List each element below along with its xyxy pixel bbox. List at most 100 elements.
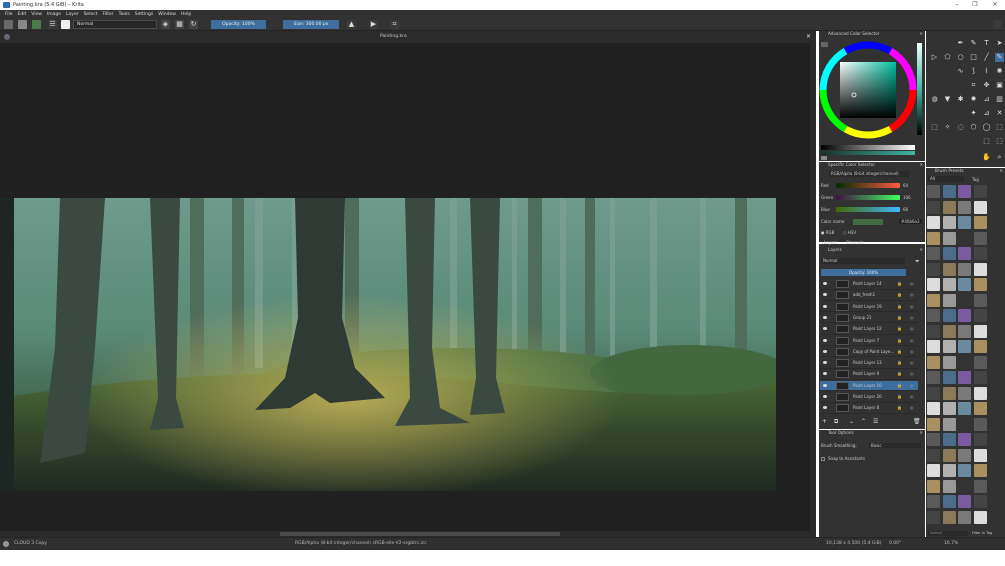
brush-search-input[interactable]: Search [928,531,968,536]
brush-preset-thumb[interactable] [942,200,956,214]
menu-select[interactable]: Select [84,12,98,17]
eyedropper-tool-icon[interactable]: ⊿ [982,95,991,104]
move-down-icon[interactable]: ⌄ [849,418,854,425]
rectangle-tool-icon[interactable]: □ [969,53,978,62]
hsv-radio[interactable]: ○ HSV [843,230,856,235]
brush-preset-thumb[interactable] [927,309,940,322]
layer-row[interactable]: Paint Layer 19 🔒 ◎ [820,302,918,313]
tab-layers[interactable]: Layers [824,240,837,245]
brush-preset-thumb[interactable] [958,448,971,462]
alpha-lock-icon[interactable]: ◎ [910,302,914,312]
alpha-lock-icon[interactable]: ◎ [910,279,914,289]
magic-wand-tool-icon[interactable]: ✧ [943,123,952,132]
rgb-radio[interactable]: ● RGB [821,230,834,235]
visibility-eye-icon[interactable] [823,361,827,365]
brush-preset-thumb[interactable] [973,231,987,245]
rotation-value[interactable]: 0.00° [889,541,901,546]
opacity-slider[interactable]: Opacity: 100% [211,20,266,29]
brush-preset-thumb[interactable] [973,262,987,276]
lock-icon[interactable]: 🔒 [897,358,902,368]
brush-preset-thumb[interactable] [973,433,987,446]
brush-preset-thumb[interactable] [927,495,940,508]
fill-contiguous-tool-icon[interactable]: ▥ [995,95,1004,104]
brush-preset-thumb[interactable] [942,324,956,338]
brush-preset-thumb[interactable] [927,448,940,462]
brush-preset-thumb[interactable] [973,355,987,369]
layer-row[interactable]: Paint Layer 14 🔒 ◎ [820,279,918,290]
brush-preset-thumb[interactable] [942,278,956,291]
green-value[interactable]: 106 [903,195,911,200]
lock-icon[interactable]: 🔒 [897,392,902,402]
visibility-eye-icon[interactable] [823,327,827,331]
close-document-icon[interactable]: ✕ [806,33,811,40]
transform-tool-icon[interactable]: ▣ [995,81,1004,90]
brush-preset-thumb[interactable] [942,402,956,415]
canvas-area[interactable] [0,43,816,537]
brush-preset-thumb[interactable] [927,417,940,431]
close-docker-icon[interactable]: ✕ [919,31,923,37]
visibility-eye-icon[interactable] [823,338,827,342]
brush-preset-thumb[interactable] [958,386,971,400]
ellipse-tool-icon[interactable]: ○ [956,53,965,62]
line-tool-icon[interactable]: ╱ [982,53,991,62]
layer-row[interactable]: Paint Layer 13 🔒 ◎ [820,358,918,369]
brush-preset-thumb[interactable] [942,340,956,353]
workspace-icon[interactable] [993,20,1002,29]
menu-window[interactable]: Window [158,12,176,17]
brush-preset-thumb[interactable] [927,247,940,260]
close-docker-icon[interactable]: ✕ [919,247,923,253]
size-slider[interactable]: Size: 300.00 px [283,20,339,29]
close-docker-icon[interactable]: ✕ [919,430,923,436]
lock-icon[interactable]: 🔒 [897,302,902,312]
select-shape-tool-icon[interactable]: ➤ [995,39,1004,48]
alpha-lock-icon[interactable]: ◎ [910,369,914,379]
brush-preset-thumb[interactable] [958,495,971,508]
layer-row[interactable]: Paint Layer 9 🔒 ◎ [820,369,918,380]
wrap-around-icon[interactable]: ⌗ [390,20,399,29]
brush-preset-thumb[interactable] [942,417,956,431]
brush-preset-thumb[interactable] [942,510,956,524]
brush-preset-thumb[interactable] [958,433,971,446]
brush-preset-thumb[interactable] [973,340,987,353]
visibility-eye-icon[interactable] [823,406,827,410]
visibility-eye-icon[interactable] [823,315,827,319]
brush-preset-thumb[interactable] [927,464,940,477]
close-docker-icon[interactable]: ✕ [919,162,923,168]
brush-preset-thumb[interactable] [927,371,940,384]
brush-preset-thumb[interactable] [927,402,940,415]
reload-preset-icon[interactable]: ↻ [189,20,198,29]
filter-icon[interactable]: ⏷ [915,258,920,266]
brush-preset-thumb[interactable] [942,293,956,307]
layer-row[interactable]: add_fresh1 🔒 ◎ [820,290,918,301]
contiguous-select-tool-icon[interactable]: ⬚ [995,123,1004,132]
filter-in-tag-checkbox[interactable]: Filter in Tag [972,531,992,535]
blue-value[interactable]: 66 [903,207,908,212]
blend-mode-select[interactable]: Normal [73,20,157,29]
duplicate-layer-icon[interactable]: ⧉ [834,418,838,426]
delete-layer-icon[interactable]: 🗑 [913,418,921,425]
layer-blend-select[interactable]: Normal [821,258,905,264]
layer-row[interactable]: Paint Layer 10 🔒 ◎ [820,380,918,392]
lock-icon[interactable]: 🔒 [897,324,902,334]
calligraphy-tool-icon[interactable]: ✒ [956,39,965,48]
brush-preset-thumb[interactable] [927,216,940,229]
alpha-lock-icon[interactable]: ◎ [910,381,914,391]
fill-tool-icon[interactable]: ▼ [943,95,952,104]
brush-preset-thumb[interactable] [973,479,987,493]
menu-edit[interactable]: Edit [18,12,27,17]
rect-select-tool-icon[interactable]: ⬚ [930,123,939,132]
layer-row[interactable]: Paint Layer 7 🔒 ◎ [820,336,918,346]
brush-preset-thumb[interactable] [942,433,956,446]
brush-preset-thumb[interactable] [942,216,956,229]
brush-preset-thumb[interactable] [958,340,971,353]
layer-properties-icon[interactable]: ☰ [873,418,878,425]
similar-select-tool-icon[interactable]: ⬚ [995,137,1004,146]
brush-preset-thumb[interactable] [958,278,971,291]
layer-row[interactable]: Paint Layer 20 🔒 ◎ [820,392,918,403]
visibility-eye-icon[interactable] [823,383,827,387]
brush-preset-thumb[interactable] [958,417,971,431]
alpha-lock-icon[interactable]: ◎ [910,313,914,323]
brush-preset-thumb[interactable] [973,247,987,260]
snap-checkbox[interactable] [821,457,825,461]
color-model-select[interactable]: RGB/Alpha (8-bit integer/channel) [829,171,909,177]
